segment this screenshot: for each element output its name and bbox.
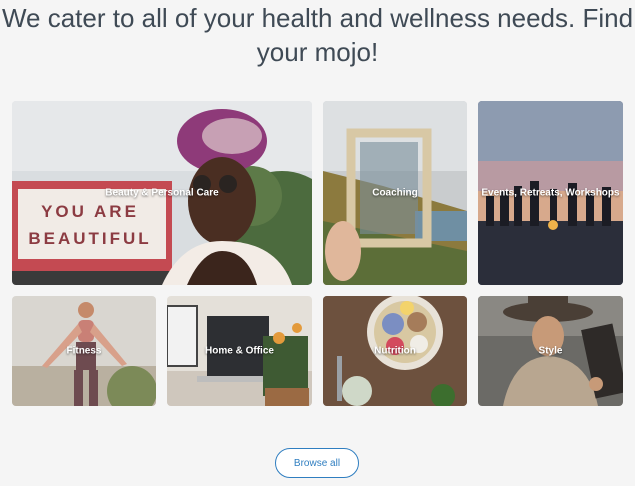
category-tile-coaching[interactable]: Coaching <box>323 101 467 285</box>
category-tile-style[interactable]: Style <box>478 296 623 406</box>
category-label: Style <box>538 345 563 357</box>
category-tile-nutrition[interactable]: Nutrition <box>323 296 467 406</box>
page-headline: We cater to all of your health and welln… <box>1 3 634 67</box>
browse-all-button[interactable]: Browse all <box>275 448 359 478</box>
category-label: Events, Retreats, Workshops <box>481 187 620 199</box>
category-tile-home-office[interactable]: Home & Office <box>167 296 312 406</box>
category-tile-beauty[interactable]: YOU ARE BEAUTIFUL Beauty & Personal Care <box>12 101 312 285</box>
sign-line-2: BEAUTIFUL <box>28 229 151 248</box>
category-tile-events[interactable]: Events, Retreats, Workshops <box>478 101 623 285</box>
category-label: Coaching <box>372 187 418 199</box>
category-label: Home & Office <box>205 345 274 357</box>
sign-line-1: YOU ARE <box>41 202 139 221</box>
category-label: Fitness <box>66 345 102 357</box>
category-label: Nutrition <box>374 345 416 357</box>
category-tile-fitness[interactable]: Fitness <box>12 296 156 406</box>
category-label: Beauty & Personal Care <box>105 187 219 199</box>
